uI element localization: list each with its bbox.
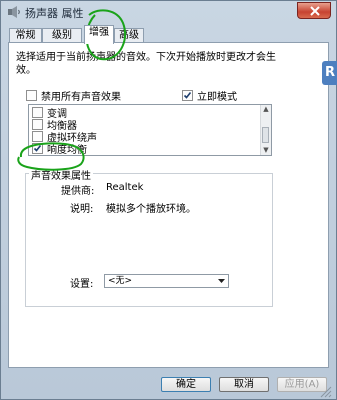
checkbox-box[interactable]	[32, 107, 43, 118]
properties-window: 扬声器 属性 常规 级别 增强 高级 选择适用于当前扬声器的音效。下次开始播放时…	[0, 0, 337, 400]
setting-label: 设置:	[70, 279, 94, 290]
list-item[interactable]: 均衡器	[32, 119, 77, 132]
checkmark-icon	[33, 145, 42, 152]
effects-list[interactable]: 变调 均衡器 虚拟环绕声 响度均衡 ▲ ▼	[28, 104, 272, 156]
checkbox-box	[26, 90, 37, 101]
checkbox-box[interactable]	[32, 119, 43, 130]
disable-all-checkbox[interactable]: 禁用所有声音效果	[26, 90, 121, 103]
cancel-button[interactable]: 取消	[219, 377, 269, 392]
title-bar[interactable]: 扬声器 属性	[1, 1, 337, 23]
scroll-up-icon[interactable]: ▲	[261, 105, 271, 114]
ok-button[interactable]: 确定	[161, 377, 211, 392]
list-scrollbar[interactable]: ▲ ▼	[260, 105, 271, 155]
tab-enhancements[interactable]: 增强	[84, 25, 114, 44]
apply-button[interactable]: 应用(A)	[277, 377, 327, 392]
checkbox-box[interactable]	[32, 131, 43, 142]
list-item[interactable]: 变调	[32, 107, 67, 120]
side-badge: R	[322, 61, 337, 85]
close-button[interactable]	[297, 2, 331, 19]
list-item[interactable]: 虚拟环绕声	[32, 131, 97, 144]
window-title: 扬声器 属性	[25, 7, 84, 20]
tab-general[interactable]: 常规	[9, 28, 42, 43]
speaker-icon	[8, 6, 20, 18]
provider-value: Realtek	[106, 182, 144, 193]
tab-advanced[interactable]: 高级	[114, 28, 144, 43]
description-label: 说明:	[70, 204, 94, 215]
list-item[interactable]: 响度均衡	[32, 143, 87, 155]
checkbox-box[interactable]	[32, 143, 43, 154]
group-legend: 声音效果属性	[29, 167, 93, 182]
chevron-down-icon	[218, 279, 225, 283]
close-icon	[310, 6, 320, 16]
scroll-thumb[interactable]	[262, 127, 269, 143]
provider-label: 提供商:	[61, 186, 95, 197]
tab-levels[interactable]: 级别	[42, 28, 82, 43]
checkbox-box	[182, 90, 193, 101]
description-value: 模拟多个播放环境。	[106, 204, 196, 215]
description-text: 选择适用于当前扬声器的音效。下次开始播放时更改才会生效。	[16, 52, 276, 76]
setting-dropdown[interactable]: <无>	[104, 274, 229, 288]
immediate-mode-checkbox[interactable]: 立即模式	[182, 90, 237, 103]
checkmark-icon	[183, 92, 192, 99]
scroll-down-icon[interactable]: ▼	[261, 146, 271, 155]
